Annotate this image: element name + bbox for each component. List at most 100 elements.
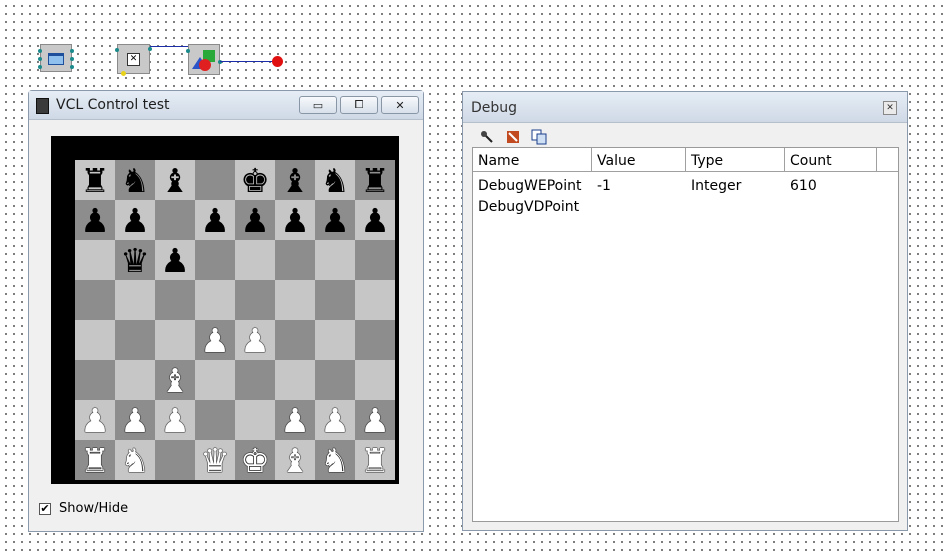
board-square[interactable]: ♟ <box>75 200 115 240</box>
board-square[interactable] <box>195 280 235 320</box>
vcl-titlebar[interactable]: VCL Control test ▭ ⧠ ✕ <box>29 91 423 120</box>
board-square[interactable]: ♟ <box>235 320 275 360</box>
black-king-icon[interactable]: ♚ <box>240 164 270 197</box>
white-pawn-icon[interactable]: ♟ <box>360 404 390 437</box>
white-rook-icon[interactable]: ♜ <box>360 444 390 477</box>
black-queen-icon[interactable]: ♛ <box>120 244 150 277</box>
board-square[interactable]: ♜ <box>355 440 395 480</box>
board-square[interactable]: ♞ <box>115 440 155 480</box>
board-square[interactable]: ♟ <box>155 400 195 440</box>
board-square[interactable]: ♟ <box>355 200 395 240</box>
white-pawn-icon[interactable]: ♟ <box>320 404 350 437</box>
show-hide-row[interactable]: ✔ Show/Hide <box>39 501 128 516</box>
restore-button[interactable]: ⧠ <box>340 96 378 114</box>
black-pawn-icon[interactable]: ♟ <box>120 204 150 237</box>
board-square[interactable]: ♞ <box>115 160 155 200</box>
shapes-component[interactable] <box>186 44 222 75</box>
board-square[interactable] <box>315 280 355 320</box>
board-square[interactable] <box>75 320 115 360</box>
board-square[interactable]: ♟ <box>115 400 155 440</box>
white-bishop-icon[interactable]: ♝ <box>280 444 310 477</box>
board-square[interactable] <box>195 400 235 440</box>
board-square[interactable] <box>275 360 315 400</box>
board-square[interactable] <box>235 360 275 400</box>
white-pawn-icon[interactable]: ♟ <box>120 404 150 437</box>
column-header-value[interactable]: Value <box>592 148 686 172</box>
black-knight-icon[interactable]: ♞ <box>120 164 150 197</box>
board-square[interactable] <box>355 320 395 360</box>
copy-tool-icon[interactable] <box>531 129 547 145</box>
board-square[interactable]: ♟ <box>315 400 355 440</box>
board-square[interactable] <box>355 280 395 320</box>
black-pawn-icon[interactable]: ♟ <box>80 204 110 237</box>
white-bishop-icon[interactable]: ♝ <box>160 364 190 397</box>
board-square[interactable]: ♟ <box>155 240 195 280</box>
board-square[interactable] <box>195 160 235 200</box>
board-square[interactable] <box>315 360 355 400</box>
board-square[interactable]: ♞ <box>315 160 355 200</box>
board-square[interactable] <box>115 320 155 360</box>
board-square[interactable] <box>315 320 355 360</box>
board-square[interactable]: ♟ <box>355 400 395 440</box>
black-rook-icon[interactable]: ♜ <box>360 164 390 197</box>
white-king-icon[interactable]: ♚ <box>240 444 270 477</box>
board-square[interactable]: ♝ <box>275 160 315 200</box>
black-pawn-icon[interactable]: ♟ <box>280 204 310 237</box>
board-square[interactable]: ♟ <box>275 400 315 440</box>
black-knight-icon[interactable]: ♞ <box>320 164 350 197</box>
board-square[interactable] <box>275 320 315 360</box>
board-square[interactable] <box>195 240 235 280</box>
board-square[interactable]: ♝ <box>275 440 315 480</box>
show-hide-checkbox[interactable]: ✔ <box>39 502 51 515</box>
board-square[interactable]: ♟ <box>235 200 275 240</box>
board-square[interactable]: ♜ <box>355 160 395 200</box>
board-square[interactable]: ♟ <box>115 200 155 240</box>
black-bishop-icon[interactable]: ♝ <box>160 164 190 197</box>
board-square[interactable]: ♝ <box>155 160 195 200</box>
board-square[interactable] <box>75 240 115 280</box>
board-square[interactable] <box>75 280 115 320</box>
white-pawn-icon[interactable]: ♟ <box>280 404 310 437</box>
board-square[interactable] <box>275 240 315 280</box>
white-rook-icon[interactable]: ♜ <box>80 444 110 477</box>
column-header-count[interactable]: Count <box>785 148 877 172</box>
board-square[interactable] <box>155 200 195 240</box>
board-square[interactable] <box>155 320 195 360</box>
black-rook-icon[interactable]: ♜ <box>80 164 110 197</box>
white-pawn-icon[interactable]: ♟ <box>80 404 110 437</box>
debug-grid[interactable]: Name Value Type Count DebugWEPoint -1 In… <box>472 147 899 522</box>
form-component[interactable] <box>38 44 74 72</box>
board-square[interactable] <box>195 360 235 400</box>
board-square[interactable]: ♟ <box>75 400 115 440</box>
board-square[interactable]: ♚ <box>235 160 275 200</box>
board-square[interactable] <box>155 440 195 480</box>
board-square[interactable] <box>235 400 275 440</box>
board-square[interactable]: ♟ <box>195 320 235 360</box>
board-square[interactable]: ♟ <box>275 200 315 240</box>
white-pawn-icon[interactable]: ♟ <box>200 324 230 357</box>
black-bishop-icon[interactable]: ♝ <box>280 164 310 197</box>
black-pawn-icon[interactable]: ♟ <box>160 244 190 277</box>
debug-titlebar[interactable]: Debug ✕ <box>463 92 907 123</box>
board-square[interactable] <box>355 240 395 280</box>
board-square[interactable] <box>235 240 275 280</box>
clear-tool-icon[interactable] <box>505 129 521 145</box>
board-square[interactable]: ♟ <box>315 200 355 240</box>
minimize-button[interactable]: ▭ <box>299 96 337 114</box>
board-square[interactable] <box>355 360 395 400</box>
output-endpoint[interactable] <box>272 56 283 67</box>
check-component[interactable]: ✕ <box>115 44 152 76</box>
white-pawn-icon[interactable]: ♟ <box>240 324 270 357</box>
black-pawn-icon[interactable]: ♟ <box>200 204 230 237</box>
black-pawn-icon[interactable]: ♟ <box>240 204 270 237</box>
board-square[interactable] <box>315 240 355 280</box>
debug-close-button[interactable]: ✕ <box>883 101 897 115</box>
white-queen-icon[interactable]: ♛ <box>200 444 230 477</box>
board-square[interactable]: ♟ <box>195 200 235 240</box>
board-square[interactable]: ♝ <box>155 360 195 400</box>
board-square[interactable]: ♛ <box>115 240 155 280</box>
board-square[interactable]: ♞ <box>315 440 355 480</box>
white-knight-icon[interactable]: ♞ <box>320 444 350 477</box>
chess-board[interactable]: ♜ ♞ ♝ ♚ ♝ ♞ ♜ ♟ ♟ ♟ ♟ ♟ ♟ ♟ ♛ ♟ ♟ ♟ ♝ ♟ ♟ ♟ ♟ ♟ ♟ ♜ ♞ ♛ ♚ ♝ ♞ ♜ <box>75 160 395 480</box>
black-pawn-icon[interactable]: ♟ <box>320 204 350 237</box>
